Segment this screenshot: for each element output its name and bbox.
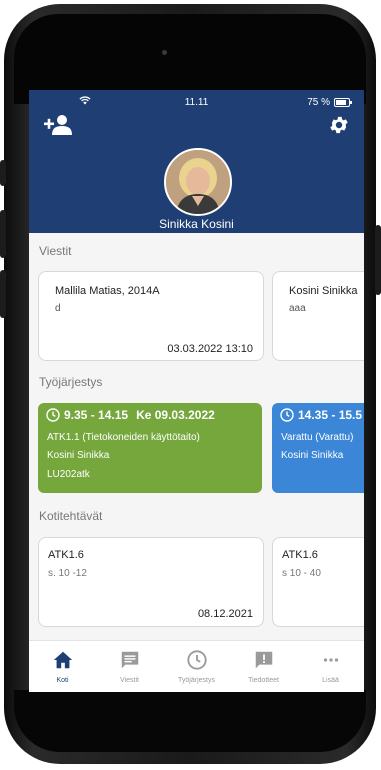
message-sender: Mallila Matias, 2014A bbox=[55, 285, 160, 297]
tab-label: Viestit bbox=[120, 677, 139, 684]
phone-volume-up bbox=[0, 210, 6, 258]
more-icon bbox=[323, 658, 338, 662]
tab-more[interactable]: Lisää bbox=[297, 641, 364, 692]
profile-header: 11.11 75 % Sinikka Kosini bbox=[29, 90, 364, 233]
app-screen: 11.11 75 % Sinikka Kosini Viestit Mallil… bbox=[29, 90, 364, 692]
avatar[interactable] bbox=[164, 148, 232, 216]
section-title-messages: Viestit bbox=[39, 244, 72, 258]
clock-icon bbox=[280, 408, 294, 422]
battery-icon bbox=[334, 98, 352, 107]
gear-icon[interactable] bbox=[328, 114, 350, 136]
message-icon bbox=[121, 651, 138, 669]
section-title-homework: Kotitehtävät bbox=[39, 509, 103, 523]
tab-schedule[interactable]: Työjärjestys bbox=[163, 641, 230, 692]
battery-percent: 75 % bbox=[307, 97, 330, 108]
phone-volume-down bbox=[0, 270, 6, 318]
homework-pages: s 10 - 40 bbox=[282, 568, 321, 579]
schedule-time-range: 14.35 - 15.5 bbox=[298, 408, 363, 422]
homework-card[interactable]: ATK1.6 s. 10 -12 08.12.2021 bbox=[38, 537, 264, 627]
schedule-room: LU202atk bbox=[47, 469, 90, 480]
tab-label: Koti bbox=[56, 677, 69, 684]
schedule-time-range: 9.35 - 14.15 bbox=[64, 408, 129, 422]
schedule-card[interactable]: 14.35 - 15.5 Varattu (Varattu) Kosini Si… bbox=[272, 403, 364, 493]
schedule-day: Ke 09.03.2022 bbox=[136, 408, 215, 422]
schedule-teacher: Kosini Sinikka bbox=[47, 450, 110, 461]
camera-icon bbox=[162, 50, 167, 55]
homework-course: ATK1.6 bbox=[48, 549, 84, 561]
schedule-course: ATK1.1 (Tietokoneiden käyttötaito) bbox=[47, 432, 200, 443]
announcement-icon bbox=[255, 651, 272, 669]
phone-bottom-bezel bbox=[14, 690, 366, 752]
home-icon bbox=[53, 651, 72, 669]
message-preview: d bbox=[55, 303, 61, 314]
clock-icon bbox=[46, 408, 60, 422]
tab-label: Lisää bbox=[322, 677, 339, 684]
user-name: Sinikka Kosini bbox=[159, 217, 234, 231]
homework-course: ATK1.6 bbox=[282, 549, 318, 561]
message-preview: aaa bbox=[289, 303, 306, 314]
message-date: 03.03.2022 13:10 bbox=[167, 343, 253, 355]
add-user-icon[interactable] bbox=[43, 114, 73, 136]
section-title-schedule: Työjärjestys bbox=[39, 375, 103, 389]
clock-icon bbox=[186, 650, 207, 670]
schedule-teacher: Kosini Sinikka bbox=[281, 450, 344, 461]
schedule-course: Varattu (Varattu) bbox=[281, 432, 354, 443]
tab-announcements[interactable]: Tiedotteet bbox=[230, 641, 297, 692]
phone-mute-switch bbox=[0, 160, 6, 186]
avatar-photo bbox=[166, 150, 230, 214]
tab-home[interactable]: Koti bbox=[29, 641, 96, 692]
message-sender: Kosini Sinikka bbox=[289, 285, 358, 297]
phone-power-button bbox=[375, 225, 381, 295]
tab-label: Työjärjestys bbox=[178, 677, 215, 684]
tab-bar: Koti Viestit Työjärjestys Tiedotteet Lis… bbox=[29, 640, 364, 692]
tab-label: Tiedotteet bbox=[248, 677, 279, 684]
schedule-card[interactable]: 9.35 - 14.15 Ke 09.03.2022 ATK1.1 (Tieto… bbox=[38, 403, 262, 493]
homework-pages: s. 10 -12 bbox=[48, 568, 87, 579]
homework-card[interactable]: ATK1.6 s 10 - 40 bbox=[272, 537, 364, 627]
message-card[interactable]: Kosini Sinikka aaa bbox=[272, 271, 364, 361]
schedule-time: 14.35 - 15.5 bbox=[280, 408, 362, 422]
tab-messages[interactable]: Viestit bbox=[96, 641, 163, 692]
homework-date: 08.12.2021 bbox=[197, 608, 253, 620]
schedule-time: 9.35 - 14.15 Ke 09.03.2022 bbox=[46, 408, 215, 422]
message-card[interactable]: Mallila Matias, 2014A d 03.03.2022 13:10 bbox=[38, 271, 264, 361]
